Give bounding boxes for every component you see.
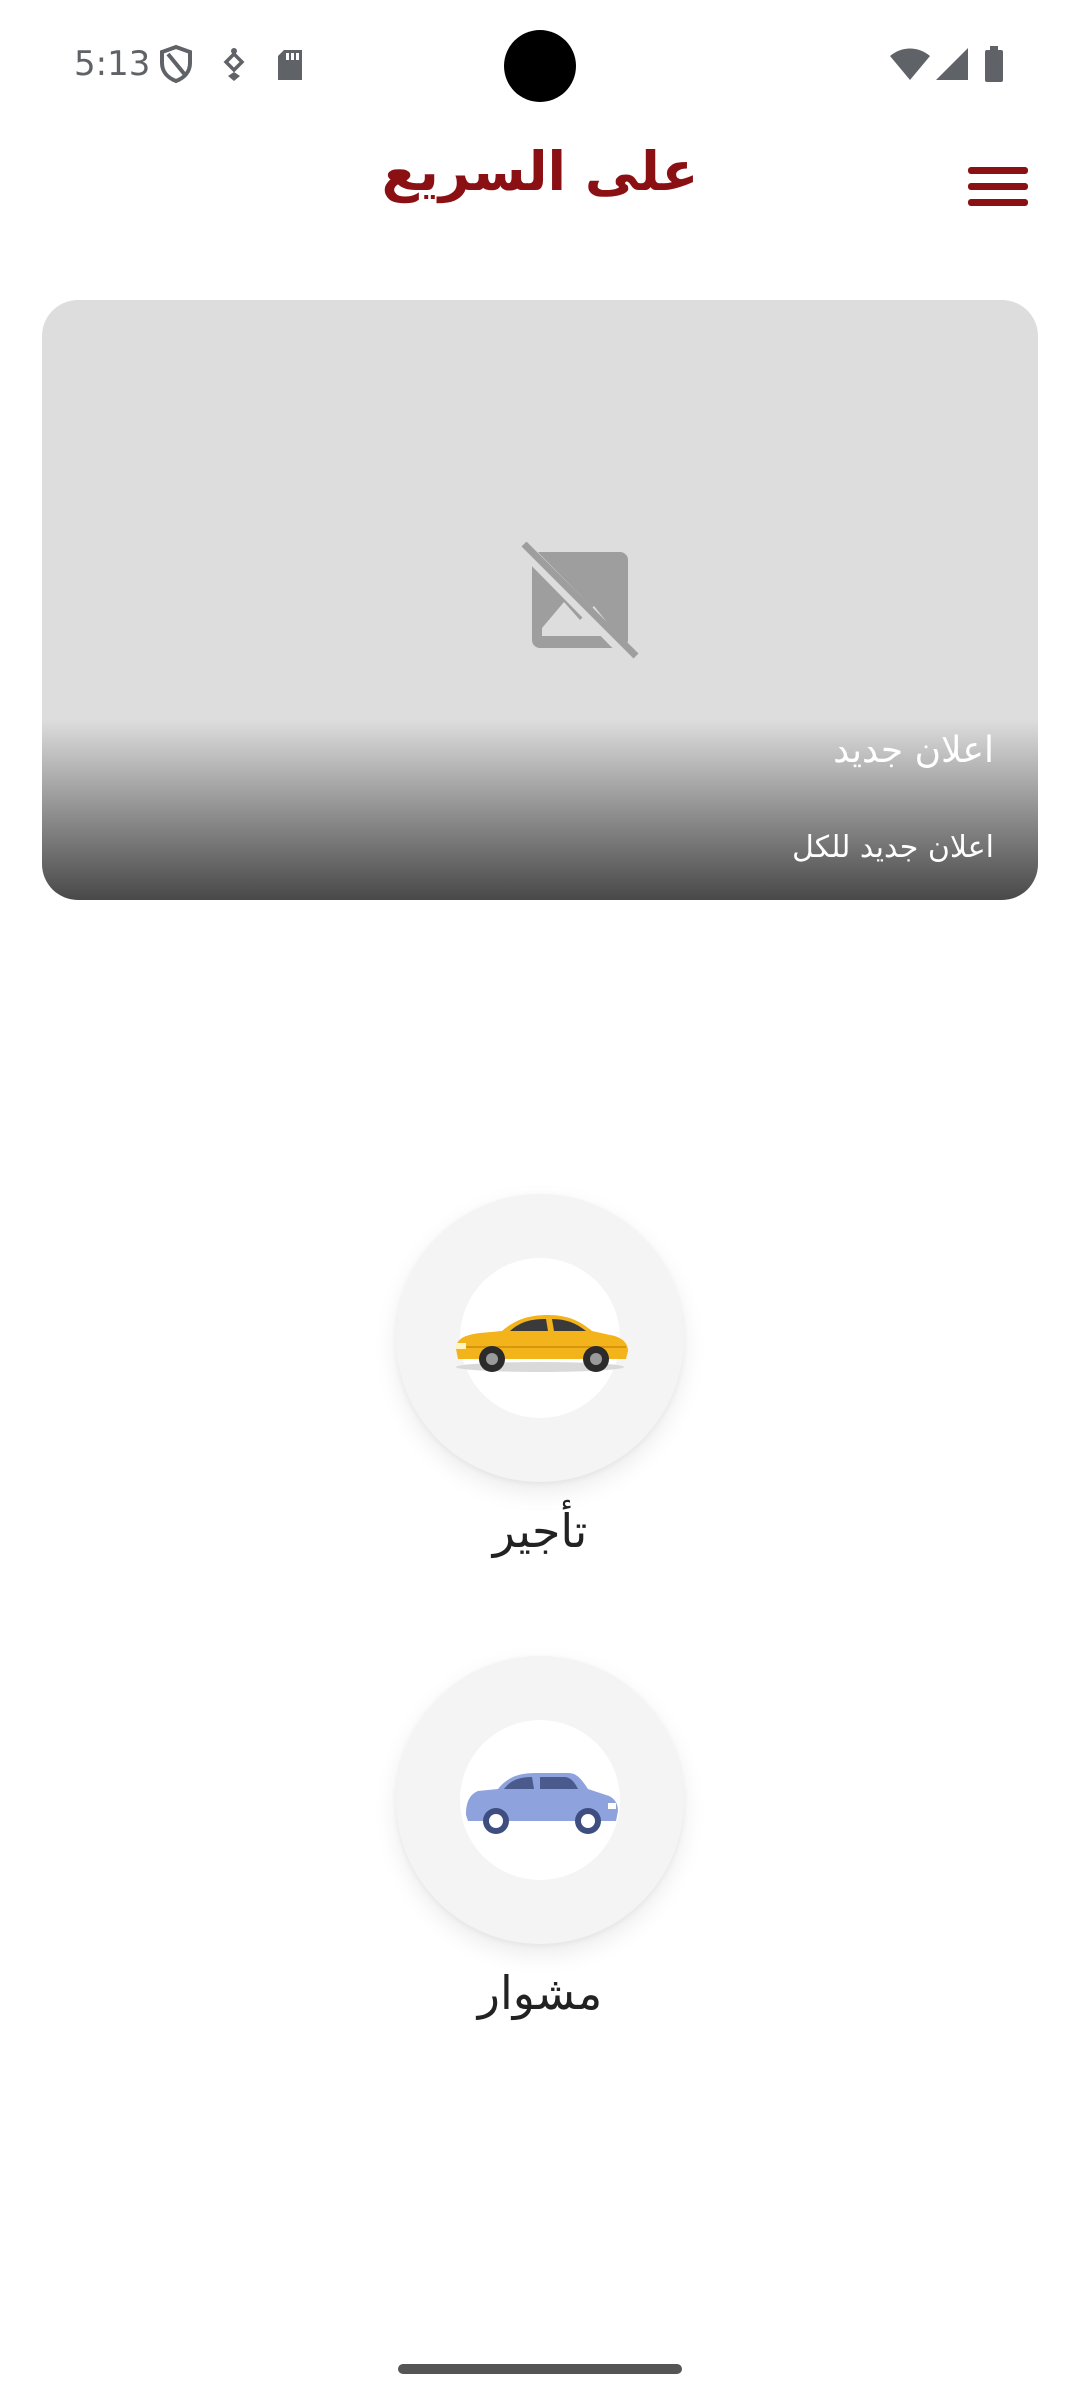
- battery-icon: [985, 46, 1003, 82]
- blue-hatchback-car-icon: [466, 1773, 618, 1834]
- service-option-trip: مشوار: [0, 1656, 1080, 2056]
- app-title: على السريع: [381, 140, 699, 203]
- status-time: 5:13: [74, 44, 151, 84]
- cellular-signal-icon: [936, 48, 968, 80]
- rent-icon-background: [456, 1258, 628, 1418]
- banner-subtitle: اعلان جديد للكل: [792, 830, 994, 865]
- menu-button[interactable]: [958, 150, 1038, 220]
- rent-label[interactable]: تأجير: [0, 1504, 1080, 1558]
- trip-label[interactable]: مشوار: [0, 1966, 1080, 2020]
- trip-button[interactable]: [396, 1656, 684, 1944]
- service-option-rent: تأجير: [0, 1194, 1080, 1594]
- camera-cutout: [504, 30, 576, 102]
- rent-button[interactable]: [396, 1194, 684, 1482]
- wifi-icon: [890, 48, 930, 80]
- app-bar: على السريع: [0, 130, 1080, 240]
- ad-banner[interactable]: اعلان جديد اعلان جديد للكل: [42, 300, 1038, 900]
- location-pin-icon: [223, 48, 245, 81]
- sd-card-icon: [278, 50, 302, 80]
- app-screen: 5:13 على السريع اعلان جديد اعلان جديد لل…: [0, 0, 1080, 2400]
- banner-title: اعلان جديد: [833, 730, 994, 771]
- yellow-sedan-car-icon: [456, 1315, 628, 1372]
- status-bar: 5:13: [0, 0, 1080, 130]
- trip-icon-background: [460, 1720, 620, 1880]
- home-indicator[interactable]: [398, 2364, 682, 2374]
- shield-icon: [160, 44, 192, 84]
- broken-image-icon: [520, 542, 639, 662]
